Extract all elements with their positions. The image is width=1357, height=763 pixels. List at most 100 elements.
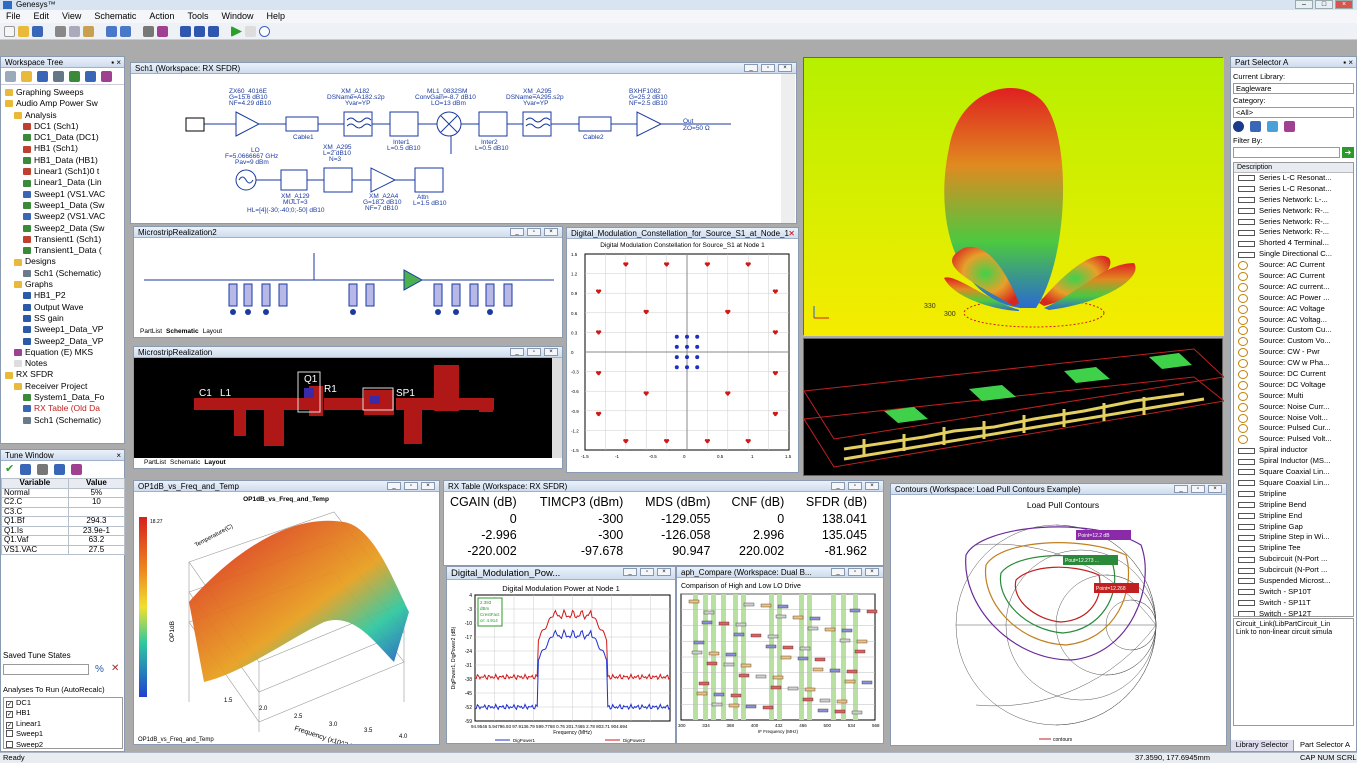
part-item[interactable]: Source: AC Current: [1238, 271, 1353, 282]
part-item[interactable]: Source: DC Voltage: [1238, 380, 1353, 391]
tune-delete-icon[interactable]: ✕: [111, 663, 119, 674]
checkbox-icon[interactable]: [6, 740, 13, 748]
mdi-minimize-button[interactable]: _: [1174, 485, 1188, 493]
part-item[interactable]: Spiral inductor: [1238, 445, 1353, 456]
cable1-symbol[interactable]: [285, 116, 319, 132]
open-icon[interactable]: [18, 26, 29, 37]
part-item[interactable]: Square Coaxial Lin...: [1238, 478, 1353, 489]
saved-tune-states-select[interactable]: [3, 664, 89, 675]
copy-icon[interactable]: [69, 26, 80, 37]
part-item[interactable]: Series Network: L-...: [1238, 195, 1353, 206]
part-item[interactable]: Series L-C Resonat...: [1238, 173, 1353, 184]
tree-item[interactable]: Sweep1_Data_VP: [5, 324, 124, 335]
attenuator-inter1-symbol[interactable]: [389, 111, 419, 137]
equation-add-icon[interactable]: [101, 71, 112, 82]
tree-item[interactable]: Analysis: [5, 110, 124, 121]
tune-value[interactable]: 294.3: [67, 516, 126, 527]
menu-action[interactable]: Action: [149, 10, 174, 23]
mdi-minimize-button[interactable]: _: [510, 228, 524, 236]
part-item[interactable]: Switch - SP10T: [1238, 587, 1353, 598]
part-item[interactable]: Stripline End: [1238, 511, 1353, 522]
tree-item[interactable]: Sch1 (Schematic): [5, 415, 124, 426]
tab-part-selector-a[interactable]: Part Selector A: [1294, 740, 1356, 751]
part-item[interactable]: Source: Noise Curr...: [1238, 402, 1353, 413]
checkbox-icon[interactable]: ✓: [6, 721, 13, 729]
tree-item[interactable]: DC1 (Sch1): [5, 121, 124, 132]
part-item[interactable]: Shorted 4 Terminal...: [1238, 238, 1353, 249]
tune-value[interactable]: 5%: [67, 487, 126, 498]
close-icon[interactable]: ✕: [788, 228, 795, 238]
filter-xm-a295b-symbol[interactable]: [323, 167, 353, 193]
view-icon[interactable]: [1250, 121, 1261, 132]
tune-save-icon[interactable]: [20, 464, 32, 475]
cut-icon[interactable]: [55, 26, 66, 37]
attenuator-inter2-symbol[interactable]: [478, 111, 508, 137]
tree-item[interactable]: Transient1_Data (: [5, 245, 124, 256]
tree-item[interactable]: Sweep2_Data (Sw: [5, 223, 124, 234]
tile-icon[interactable]: [194, 26, 205, 37]
info-icon[interactable]: [1233, 121, 1244, 132]
tune-parts-icon[interactable]: [71, 464, 83, 475]
part-item[interactable]: Stripline Tee: [1238, 543, 1353, 554]
part-item[interactable]: Source: DC Current: [1238, 369, 1353, 380]
mdi-minimize-button[interactable]: _: [623, 568, 637, 576]
tune-row[interactable]: Q1.Vaf 63.2: [1, 535, 126, 546]
part-item[interactable]: Source: AC current...: [1238, 282, 1353, 293]
save-icon[interactable]: [32, 26, 43, 37]
part-item[interactable]: Series Network: R-...: [1238, 206, 1353, 217]
part-item[interactable]: Source: AC Voltage: [1238, 304, 1353, 315]
part-item[interactable]: Stripline Gap: [1238, 522, 1353, 533]
help-icon[interactable]: [259, 26, 270, 37]
analysis-add-icon[interactable]: [69, 71, 80, 82]
new-item-icon[interactable]: [5, 71, 16, 82]
tune-value[interactable]: 10: [67, 497, 126, 508]
tab-schematic[interactable]: Schematic: [166, 328, 199, 337]
tree-item[interactable]: Graphs: [5, 279, 124, 290]
layout-scrollbar[interactable]: [552, 358, 562, 458]
part-item[interactable]: Series L-C Resonat...: [1238, 184, 1353, 195]
menu-file[interactable]: File: [6, 10, 21, 23]
mdi-restore-button[interactable]: ▫: [527, 348, 541, 356]
tree-item[interactable]: HB1 (Sch1): [5, 143, 124, 154]
analysis-item[interactable]: Sweep1: [6, 729, 122, 739]
cable2-symbol[interactable]: [578, 116, 612, 132]
filter-input[interactable]: [1233, 147, 1340, 158]
surface-3d-plot[interactable]: OP1dB_vs_Freq_and_Temp 18.27 Frequency (…: [134, 492, 439, 744]
mdi-restore-button[interactable]: ▫: [404, 482, 418, 490]
tree-item[interactable]: RX SFDR: [5, 369, 124, 380]
library-select[interactable]: Eagleware: [1233, 83, 1354, 94]
mdi-close-button[interactable]: ×: [544, 228, 558, 236]
tree-item[interactable]: Sweep1 (VS1.VAC: [5, 189, 124, 200]
tune-row[interactable]: Q1.Is 23.9e-1: [1, 525, 126, 536]
minimize-button[interactable]: –: [1295, 0, 1313, 9]
mdi-restore-button[interactable]: ▫: [848, 568, 862, 576]
maximize-button[interactable]: □: [1315, 0, 1333, 9]
undo-icon[interactable]: [106, 26, 117, 37]
tree-item[interactable]: DC1_Data (DC1): [5, 132, 124, 143]
redo-icon[interactable]: [120, 26, 131, 37]
schematic-add-icon[interactable]: [53, 71, 64, 82]
em-3d-layout-view[interactable]: [803, 339, 1226, 477]
mdi-restore-button[interactable]: ▫: [1191, 485, 1205, 493]
mdi-close-button[interactable]: ×: [865, 568, 879, 576]
amp-bxhf-symbol[interactable]: [636, 111, 663, 137]
part-item[interactable]: Source: Custom Vo...: [1238, 336, 1353, 347]
checkbox-icon[interactable]: ✓: [6, 711, 13, 719]
close-icon[interactable]: ▪ ×: [111, 57, 121, 67]
menu-tools[interactable]: Tools: [187, 10, 208, 23]
tune-row[interactable]: C2.C 10: [1, 497, 126, 508]
multiplier-symbol[interactable]: [280, 169, 308, 191]
layout-canvas[interactable]: C1 L1 Q1 R1 SP1: [134, 358, 562, 458]
tree-item[interactable]: Linear1 (Sch1)0 t: [5, 166, 124, 177]
tune-value[interactable]: 63.2: [67, 535, 126, 546]
tree-item[interactable]: System1_Data_Fo: [5, 392, 124, 403]
tree-item[interactable]: Sch1 (Schematic): [5, 268, 124, 279]
tree-item[interactable]: Audio Amp Power Sw: [5, 98, 124, 109]
run-icon[interactable]: [231, 26, 242, 37]
analysis-item[interactable]: ✓ Linear1: [6, 719, 122, 729]
menu-help[interactable]: Help: [266, 10, 285, 23]
check-icon[interactable]: ✔: [5, 464, 14, 475]
cascade-icon[interactable]: [208, 26, 219, 37]
menu-edit[interactable]: Edit: [34, 10, 50, 23]
menu-window[interactable]: Window: [221, 10, 253, 23]
